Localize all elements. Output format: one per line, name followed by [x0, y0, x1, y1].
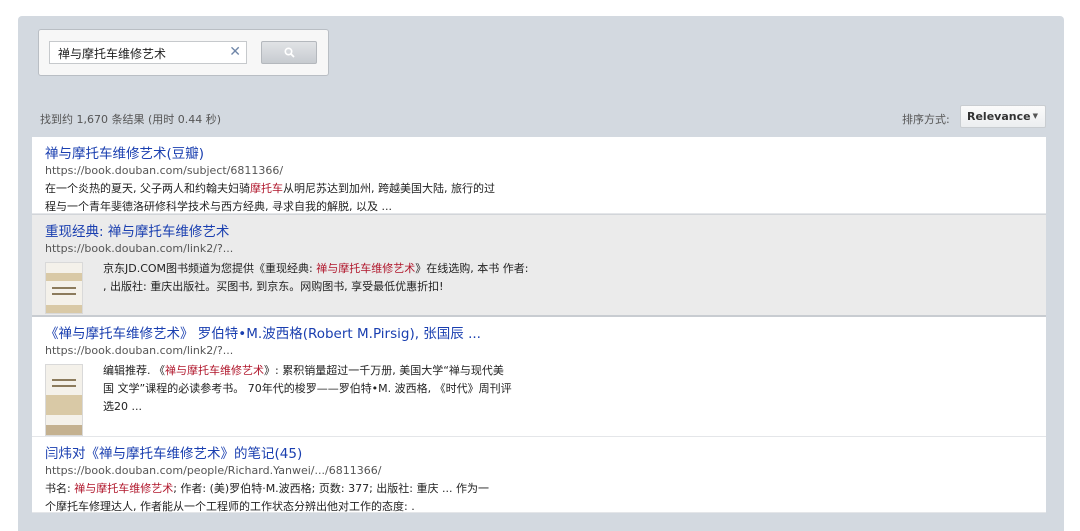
- result-item: 重现经典: 禅与摩托车维修艺术 https://book.douban.com/…: [32, 214, 1046, 317]
- result-url: https://book.douban.com/link2/?...: [45, 242, 234, 255]
- snippet-text: 编辑推荐. 《: [103, 364, 165, 377]
- highlighted-keyword: 禅与摩托车维修艺术: [74, 482, 174, 495]
- screenshot: 禅与摩托车维修艺术 ✕ 找到约 1,670 条结果 (用时 0.44 秒) 排序…: [0, 0, 1080, 531]
- sort-label: 排序方式:: [902, 113, 950, 126]
- search-box: 禅与摩托车维修艺术 ✕: [38, 29, 329, 76]
- search-button[interactable]: [261, 41, 317, 64]
- results-list: 禅与摩托车维修艺术(豆瓣) https://book.douban.com/su…: [32, 137, 1046, 513]
- highlighted-keyword: 摩托车: [250, 182, 283, 195]
- result-url: https://book.douban.com/people/Richard.Y…: [45, 464, 382, 477]
- result-item: 《禅与摩托车维修艺术》 罗伯特•M.波西格(Robert M.Pirsig), …: [32, 317, 1046, 437]
- result-title-link[interactable]: 闫炜对《禅与摩托车维修艺术》的笔记(45): [45, 446, 1034, 463]
- result-count: 找到约 1,670 条结果 (用时 0.44 秒): [40, 113, 222, 126]
- book-cover-thumbnail[interactable]: [45, 364, 83, 436]
- result-title-link[interactable]: 《禅与摩托车维修艺术》 罗伯特•M.波西格(Robert M.Pirsig), …: [45, 326, 1034, 343]
- result-url: https://book.douban.com/subject/6811366/: [45, 164, 284, 177]
- snippet-text: 在一个炎热的夏天, 父子两人和约翰夫妇骑: [45, 182, 250, 195]
- result-url: https://book.douban.com/link2/?...: [45, 344, 234, 357]
- sort-select[interactable]: Relevance ▼: [960, 105, 1046, 128]
- search-results-panel: 禅与摩托车维修艺术 ✕ 找到约 1,670 条结果 (用时 0.44 秒) 排序…: [18, 16, 1064, 531]
- snippet-text: 京东JD.COM图书频道为您提供《重现经典:: [103, 262, 317, 275]
- chevron-down-icon: ▼: [1032, 112, 1038, 120]
- result-snippet: 京东JD.COM图书频道为您提供《重现经典: 禅与摩托车维修艺术》在线选购, 本…: [103, 260, 533, 314]
- book-cover-thumbnail[interactable]: [45, 262, 83, 314]
- result-snippet: 编辑推荐. 《禅与摩托车维修艺术》: 累积销量超过一千万册, 美国大学“禅与现代…: [103, 362, 513, 436]
- highlighted-keyword: 禅与摩托车维修艺术: [165, 364, 264, 377]
- result-item: 禅与摩托车维修艺术(豆瓣) https://book.douban.com/su…: [32, 137, 1046, 214]
- search-icon: [283, 47, 295, 58]
- result-snippet: 书名: 禅与摩托车维修艺术; 作者: (美)罗伯特·M.波西格; 页数: 377…: [45, 480, 495, 516]
- result-item: 闫炜对《禅与摩托车维修艺术》的笔记(45) https://book.douba…: [32, 437, 1046, 513]
- result-title-link[interactable]: 禅与摩托车维修艺术(豆瓣): [45, 146, 1034, 163]
- highlighted-keyword: 禅与摩托车维修艺术: [316, 262, 416, 275]
- sort-select-value: Relevance: [967, 110, 1031, 123]
- snippet-text: 书名:: [45, 482, 75, 495]
- result-title-link[interactable]: 重现经典: 禅与摩托车维修艺术: [45, 224, 1034, 241]
- close-icon[interactable]: ✕: [229, 44, 241, 60]
- search-query-text: 禅与摩托车维修艺术: [58, 47, 167, 61]
- search-input[interactable]: 禅与摩托车维修艺术 ✕: [49, 41, 247, 64]
- result-snippet: 在一个炎热的夏天, 父子两人和约翰夫妇骑摩托车从明尼苏达到加州, 跨越美国大陆,…: [45, 180, 495, 216]
